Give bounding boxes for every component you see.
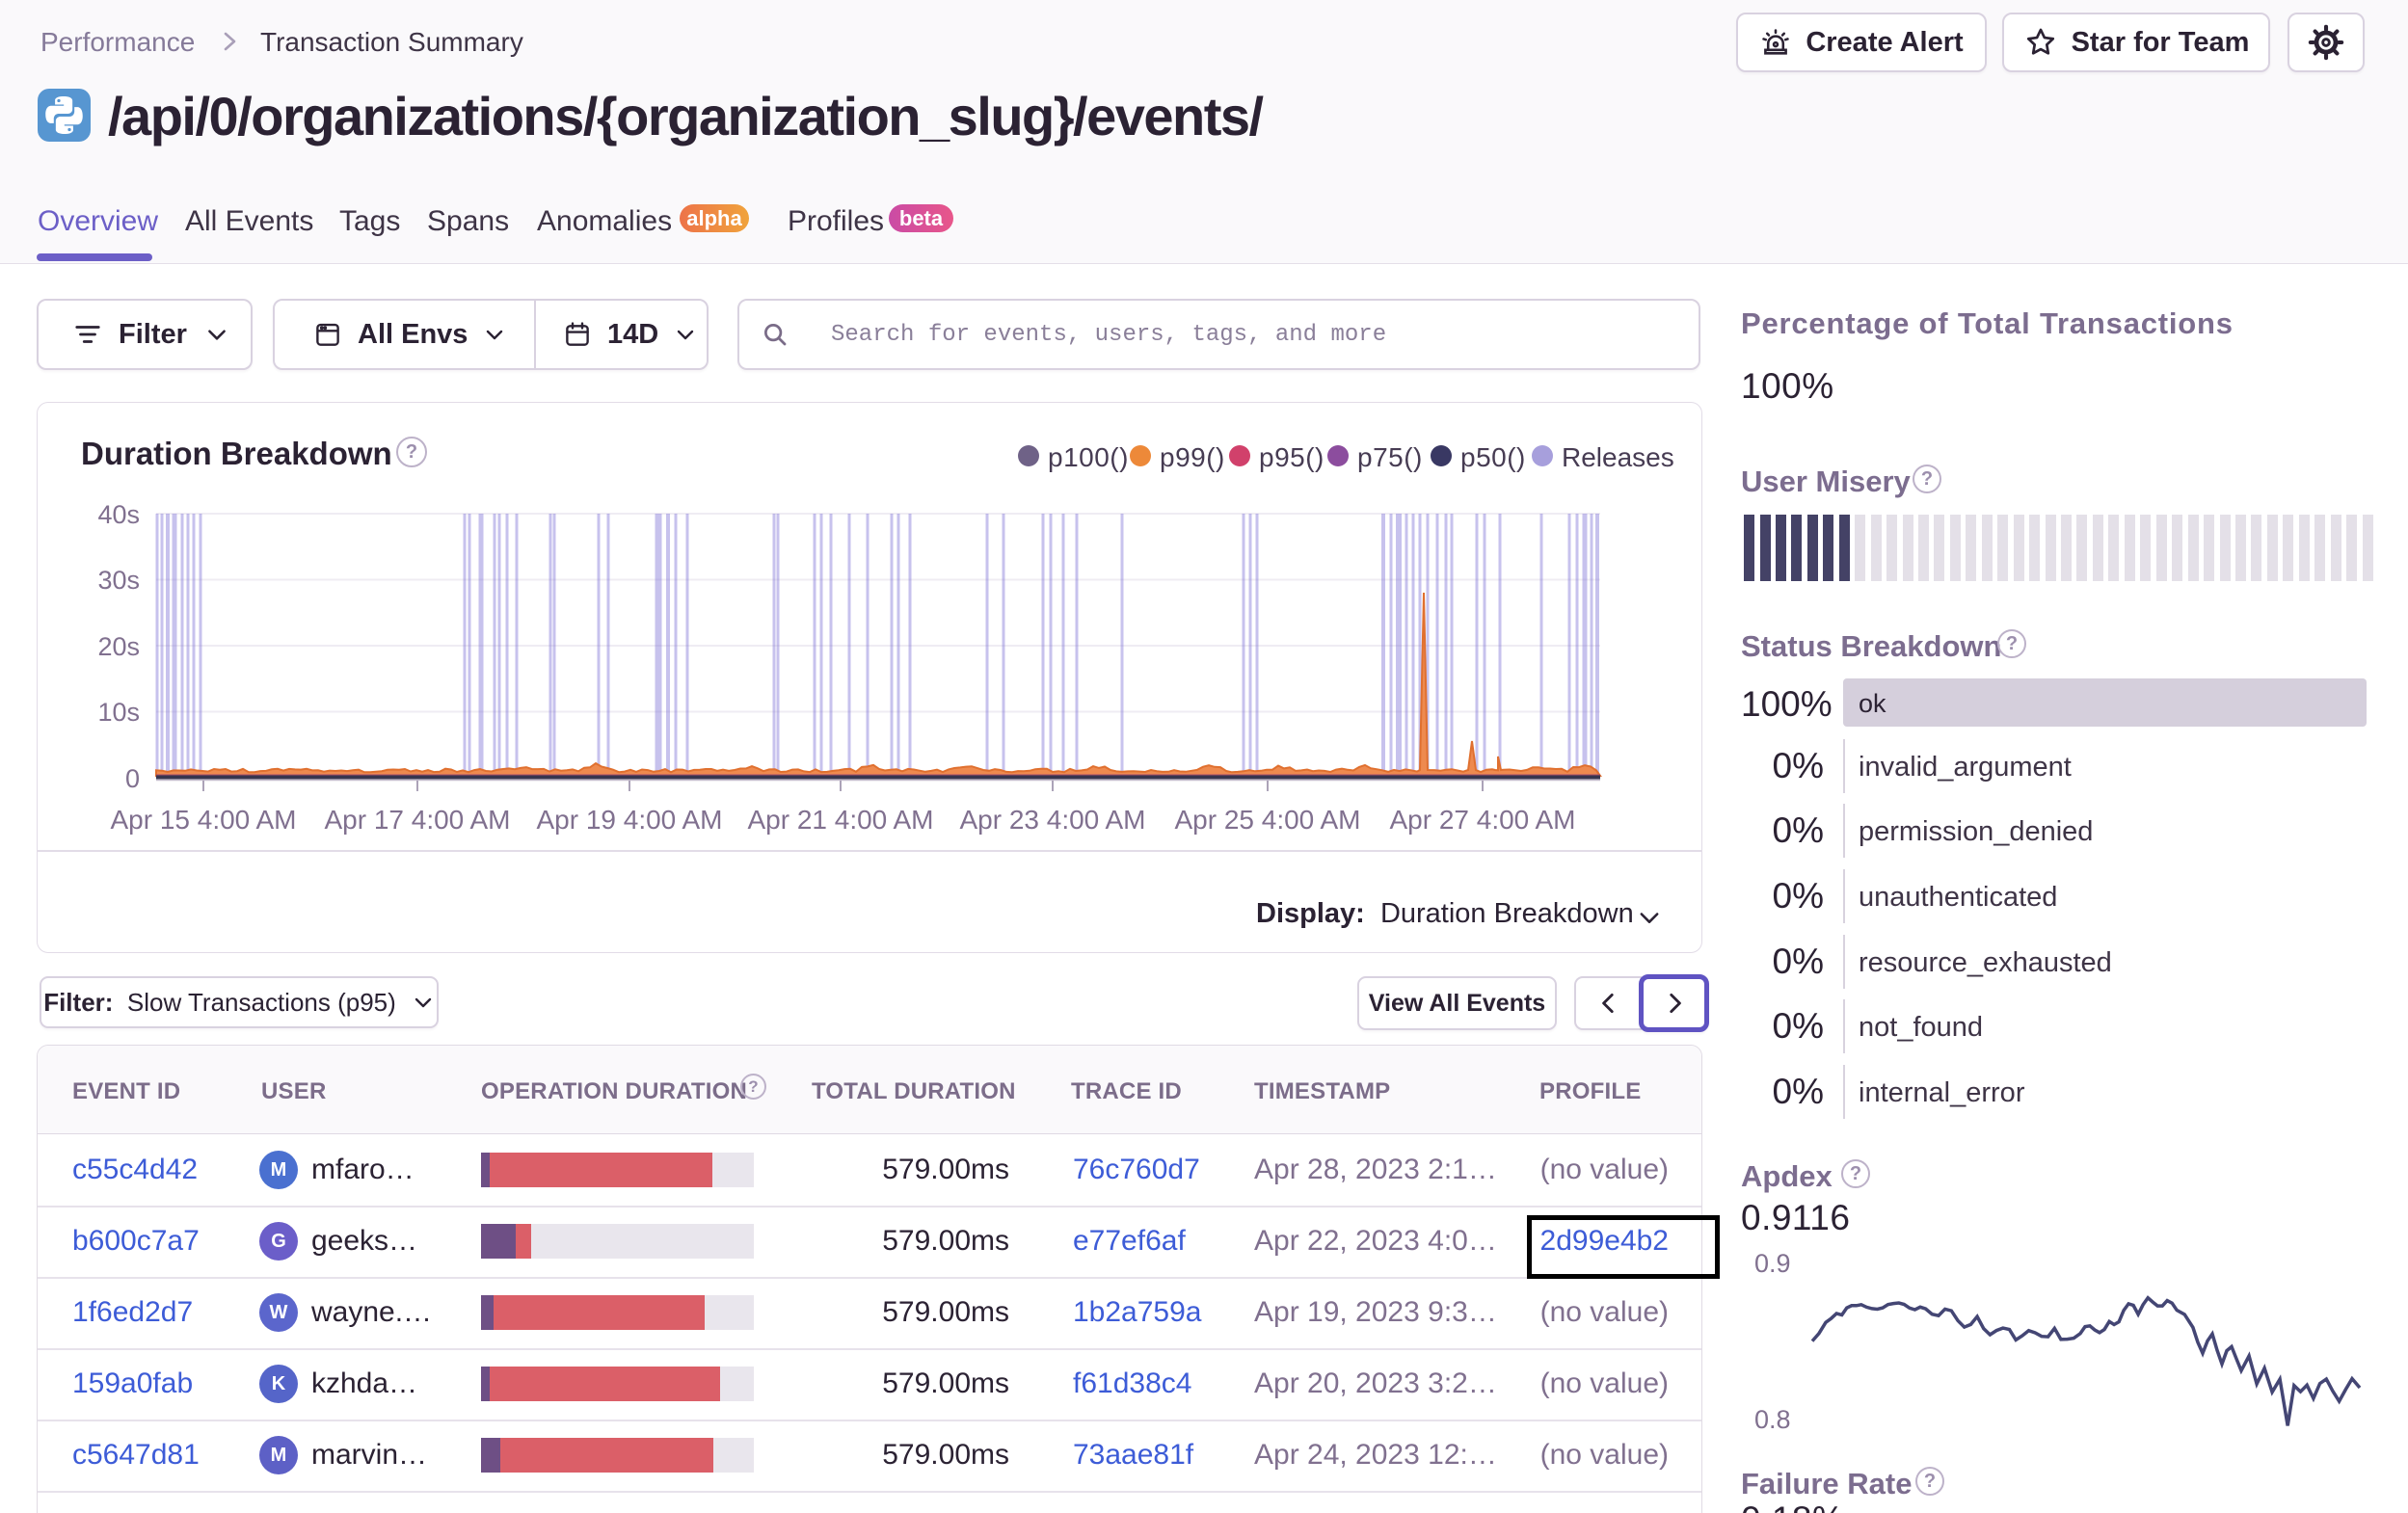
svg-text:Apr 17 4:00 AM: Apr 17 4:00 AM: [324, 805, 510, 835]
svg-text:Apr 27 4:00 AM: Apr 27 4:00 AM: [1389, 805, 1575, 835]
svg-text:0: 0: [125, 764, 140, 793]
svg-text:20s: 20s: [97, 632, 140, 661]
svg-text:Apr 23 4:00 AM: Apr 23 4:00 AM: [959, 805, 1145, 835]
svg-text:Apr 21 4:00 AM: Apr 21 4:00 AM: [747, 805, 933, 835]
svg-text:Apr 19 4:00 AM: Apr 19 4:00 AM: [536, 805, 722, 835]
svg-text:Apr 25 4:00 AM: Apr 25 4:00 AM: [1174, 805, 1360, 835]
svg-text:30s: 30s: [97, 566, 140, 595]
svg-text:40s: 40s: [97, 500, 140, 529]
svg-text:Apr 15 4:00 AM: Apr 15 4:00 AM: [110, 805, 296, 835]
svg-text:10s: 10s: [97, 698, 140, 727]
